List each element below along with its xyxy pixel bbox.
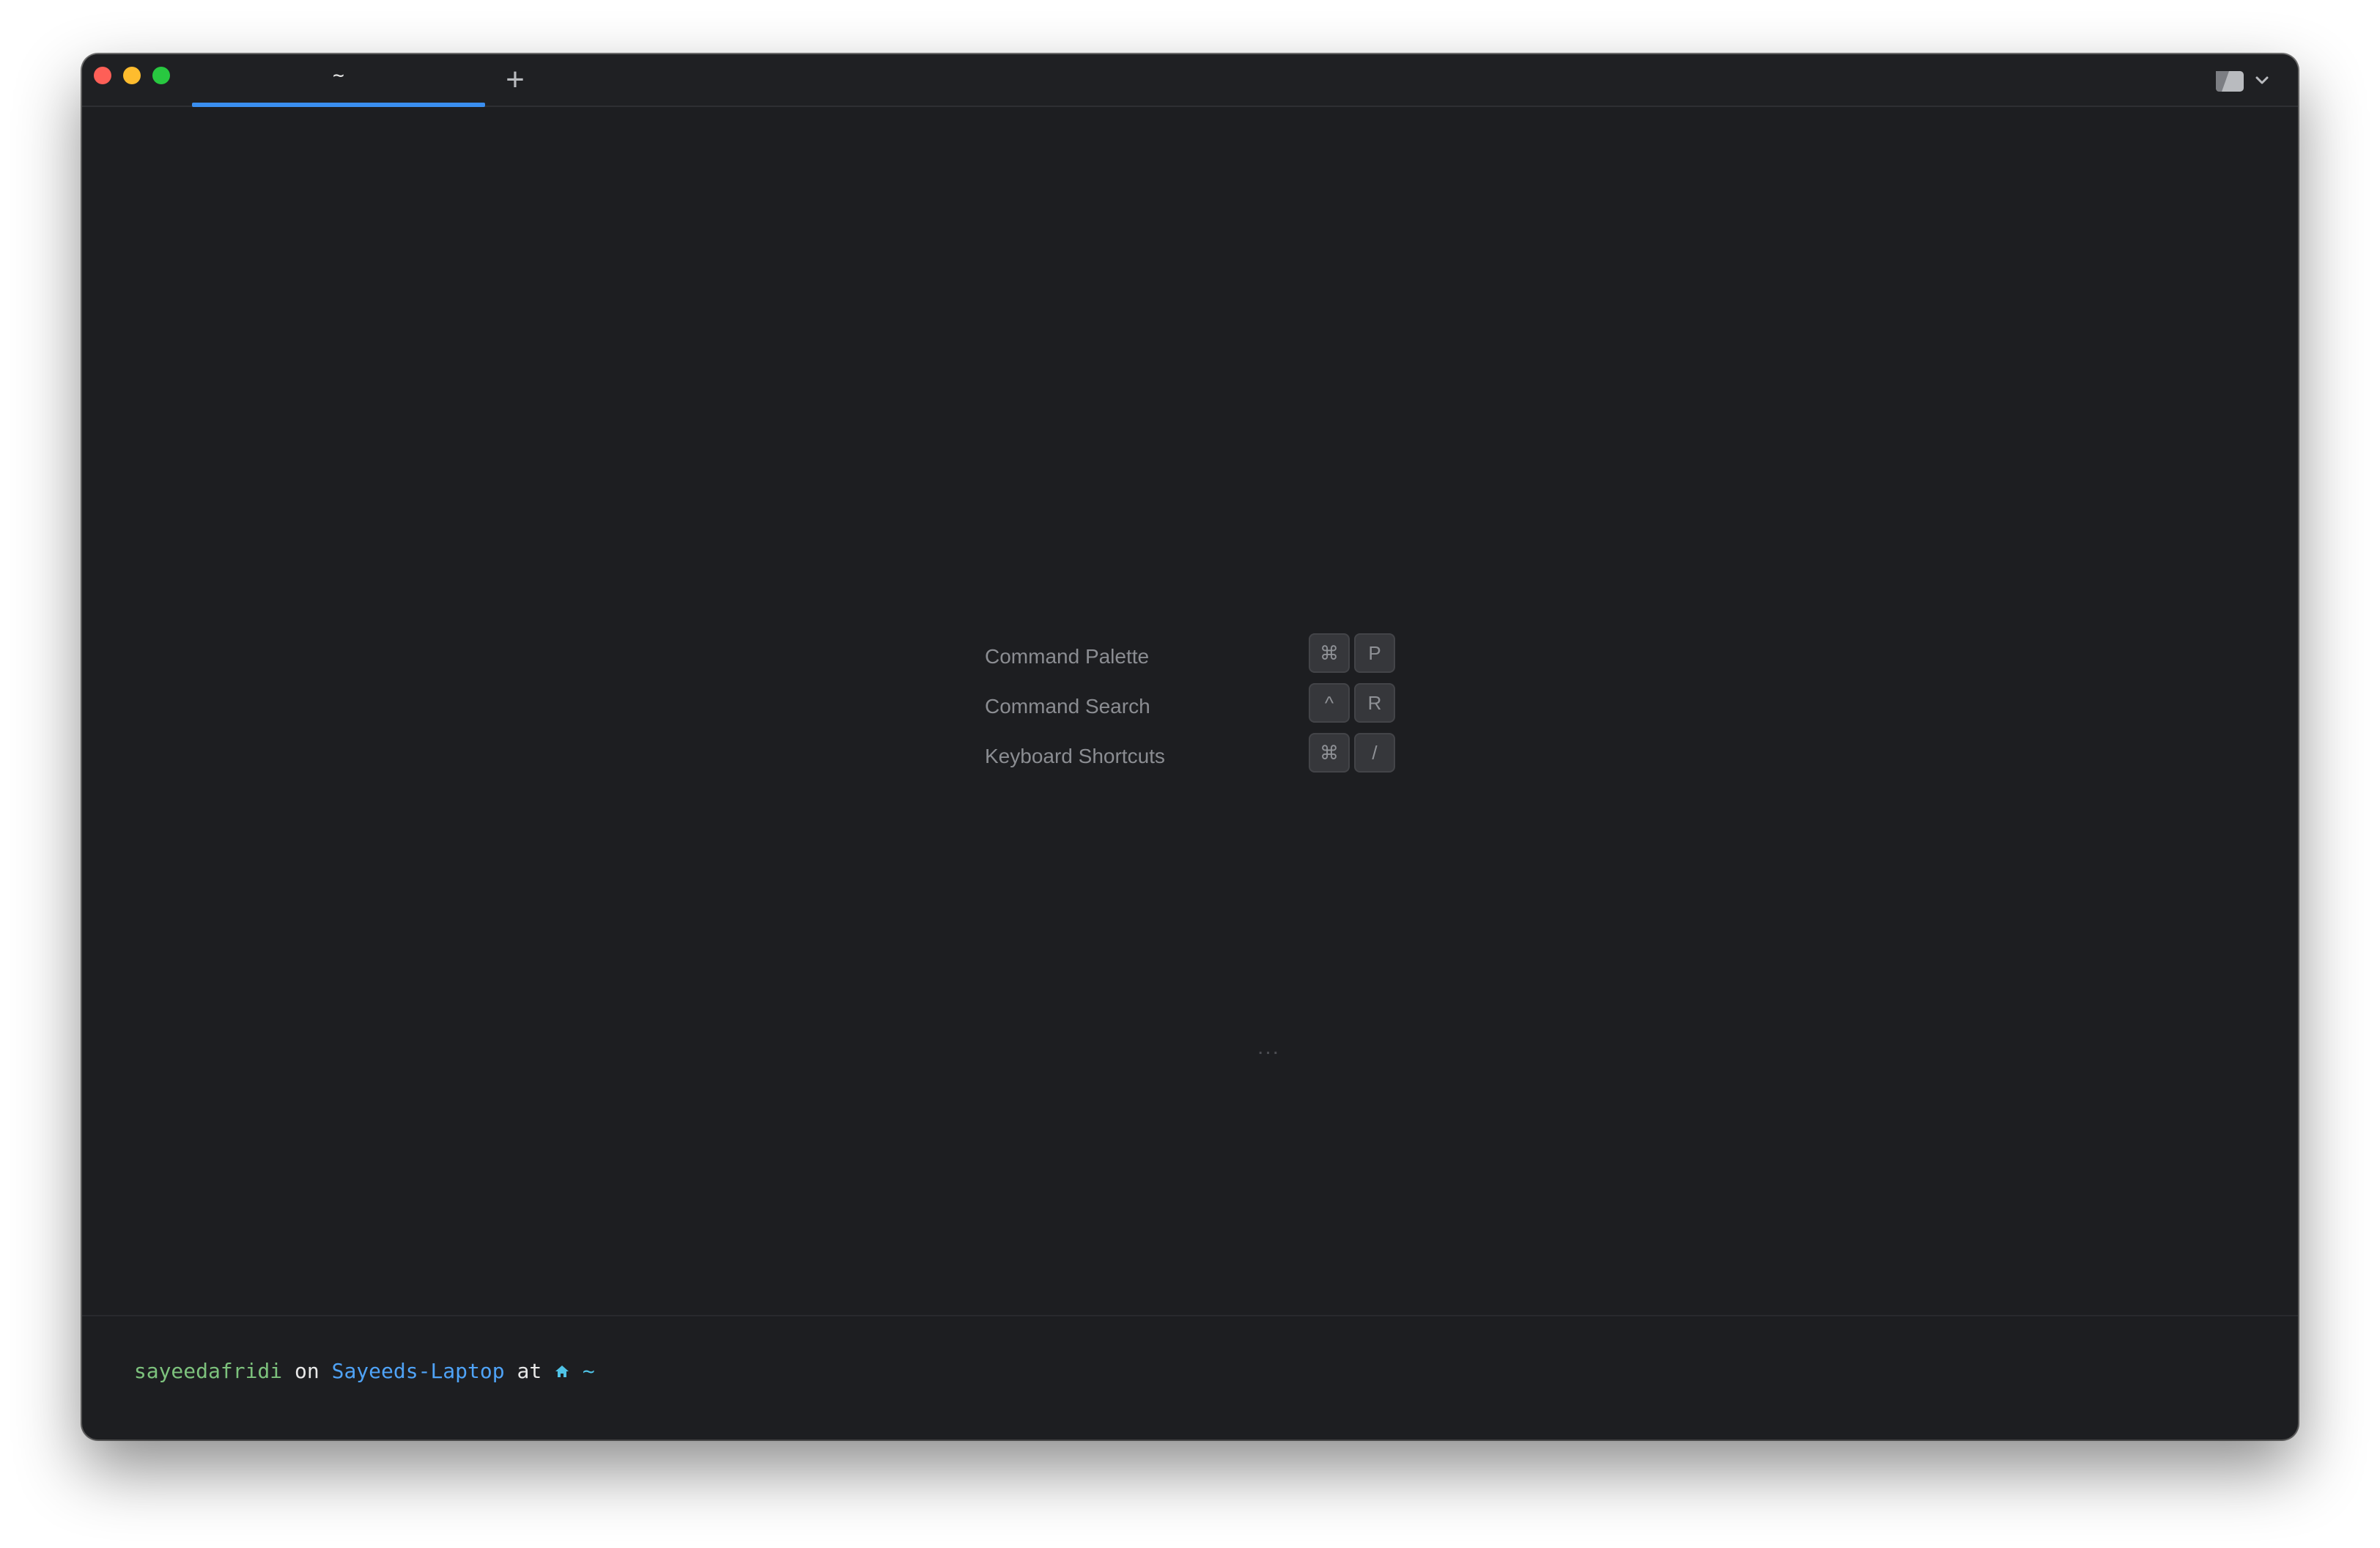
key-cap: / xyxy=(1354,733,1395,773)
prompt-at: at xyxy=(517,1359,542,1383)
key-cap: P xyxy=(1354,633,1395,673)
minimize-window-button[interactable] xyxy=(123,67,141,84)
loading-indicator: ... xyxy=(1257,1035,1281,1059)
key-cap: R xyxy=(1354,683,1395,723)
panel-toggle-button[interactable] xyxy=(2214,69,2273,94)
shortcut-hints: Command Palette ⌘ P Command Search ^ R K… xyxy=(985,633,1424,783)
key-cap: ⌘ xyxy=(1309,733,1350,773)
terminal-window: ~ + Command Palette ⌘ P Command Search ^… xyxy=(82,54,2298,1440)
key-cap: ^ xyxy=(1309,683,1350,723)
title-bar: ~ + xyxy=(82,54,2298,107)
tab-home[interactable]: ~ xyxy=(192,54,485,107)
shortcut-row-command-search[interactable]: Command Search ^ R xyxy=(985,683,1424,733)
prompt-path: ~ xyxy=(582,1359,595,1383)
shortcut-label: Command Palette xyxy=(985,645,1150,668)
shell-prompt: sayeedafridi on Sayeeds-Laptop at ~ xyxy=(122,1359,595,1383)
prompt-user: sayeedafridi xyxy=(133,1359,283,1383)
panel-toggle-icon xyxy=(2216,71,2269,92)
shortcut-row-command-palette[interactable]: Command Palette ⌘ P xyxy=(985,633,1424,683)
close-window-button[interactable] xyxy=(94,67,111,84)
shortcut-row-keyboard-shortcuts[interactable]: Keyboard Shortcuts ⌘ / xyxy=(985,733,1424,783)
maximize-window-button[interactable] xyxy=(152,67,170,84)
shortcut-label: Keyboard Shortcuts xyxy=(985,745,1165,767)
home-icon xyxy=(555,1365,569,1377)
new-tab-button[interactable]: + xyxy=(497,62,533,98)
tab-title: ~ xyxy=(333,64,344,86)
key-cap: ⌘ xyxy=(1309,633,1350,673)
prompt-host: Sayeeds-Laptop xyxy=(331,1359,505,1383)
prompt-on: on xyxy=(295,1359,319,1383)
terminal-input-area[interactable]: sayeedafridi on Sayeeds-Laptop at ~ xyxy=(82,1315,2298,1440)
shortcut-label: Command Search xyxy=(985,695,1150,718)
active-tab-indicator xyxy=(192,103,485,107)
